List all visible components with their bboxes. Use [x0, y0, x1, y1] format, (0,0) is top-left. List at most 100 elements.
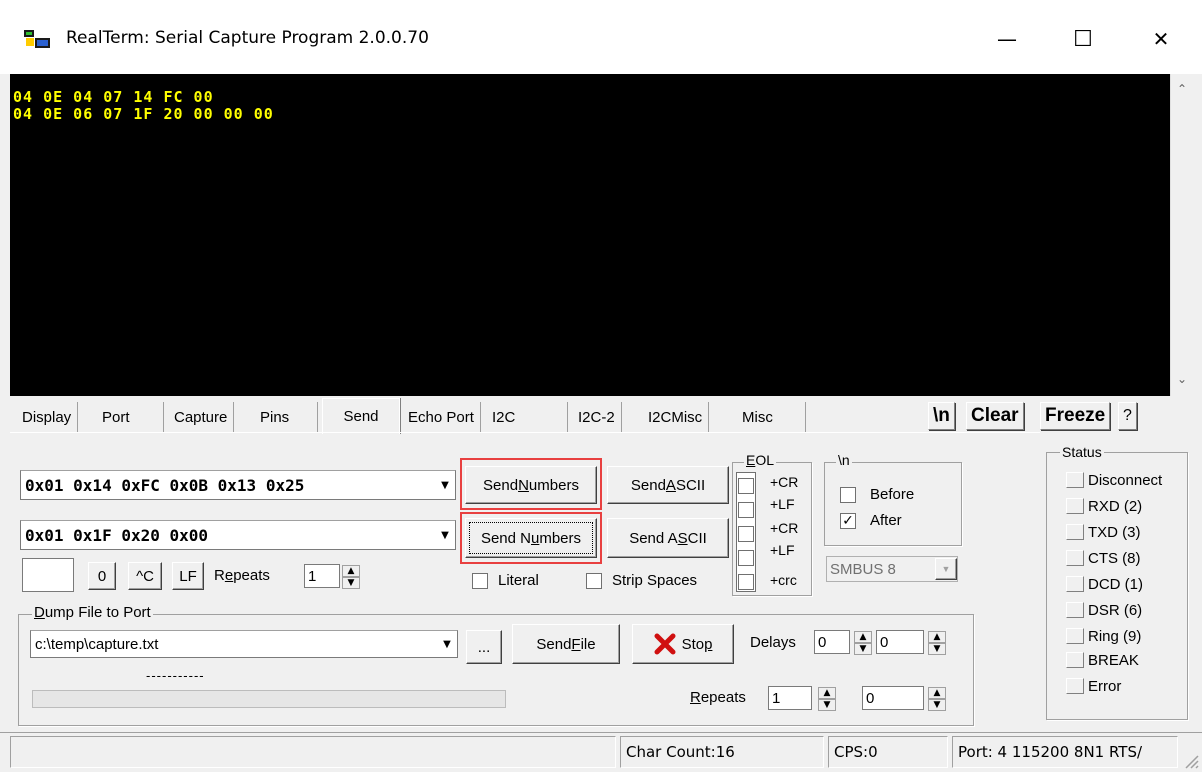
dump-file-group-label: Dump File to Port: [32, 604, 153, 621]
dump-file-input[interactable]: c:\temp\capture.txt: [31, 636, 437, 653]
delays-label: Delays: [750, 634, 796, 651]
help-button[interactable]: ?: [1118, 402, 1137, 430]
terminal-output[interactable]: 04 0E 04 07 14 FC 00 04 0E 06 07 1F 20 0…: [10, 74, 1170, 396]
dump-progress-text: -----------: [146, 668, 205, 683]
char-input[interactable]: [22, 558, 74, 592]
freeze-button[interactable]: Freeze: [1040, 402, 1111, 430]
repeats-spinner[interactable]: ▲ ▼: [342, 565, 360, 589]
terminal-line: 04 0E 04 07 14 FC 00: [13, 88, 214, 106]
strip-spaces-label: Strip Spaces: [612, 572, 698, 589]
port-info: Port: 4 115200 8N1 RTS/: [952, 736, 1178, 768]
tab-i2c[interactable]: I2C: [486, 402, 568, 432]
dump-repeats2-spinner[interactable]: ▲ ▼: [928, 687, 946, 711]
status-disconnect: Disconnect: [1066, 470, 1162, 490]
dump-repeats-spinner[interactable]: ▲ ▼: [818, 687, 836, 711]
cps-value: CPS:0: [828, 736, 948, 768]
delay2-input[interactable]: 0: [876, 630, 924, 654]
send-line2-combo[interactable]: 0x01 0x1F 0x20 0x00 ▼: [20, 520, 456, 550]
dump-repeats-input[interactable]: 1: [768, 686, 812, 710]
chevron-down-icon[interactable]: ▼: [935, 558, 957, 580]
eol-lf1-label: +LF: [770, 496, 795, 512]
close-button[interactable]: ✕: [1136, 18, 1186, 60]
tab-display[interactable]: Display: [16, 402, 79, 432]
tab-panel-border: [10, 432, 1040, 433]
send-numbers-button-1[interactable]: Send Numbers: [465, 466, 597, 504]
stop-button[interactable]: Stop: [632, 624, 734, 664]
status-led: [1066, 652, 1084, 668]
status-dsr: DSR (6): [1066, 600, 1142, 620]
status-led: [1066, 472, 1084, 488]
eol-crc-checkbox[interactable]: [738, 574, 754, 590]
status-group-label: Status: [1060, 444, 1104, 460]
send-lf-button[interactable]: LF: [172, 562, 204, 590]
send-file-button[interactable]: Send File: [512, 624, 620, 664]
eol-lf2-checkbox[interactable]: [738, 550, 754, 566]
tab-port[interactable]: Port: [96, 402, 164, 432]
eol-cr1-checkbox[interactable]: [738, 478, 754, 494]
delay2-spinner[interactable]: ▲ ▼: [928, 631, 946, 655]
eol-lf2-label: +LF: [770, 542, 795, 558]
status-cts: CTS (8): [1066, 548, 1141, 568]
after-option[interactable]: ✓ After: [840, 512, 902, 529]
dump-repeats2-input[interactable]: 0: [862, 686, 924, 710]
status-rxd: RXD (2): [1066, 496, 1142, 516]
scroll-up-icon[interactable]: ⌃: [1175, 82, 1189, 96]
terminal-scrollbar[interactable]: ⌃ ⌄: [1170, 74, 1192, 396]
tab-misc[interactable]: Misc: [736, 402, 806, 432]
eol-cr2-checkbox[interactable]: [738, 526, 754, 542]
delay1-spinner[interactable]: ▲ ▼: [854, 631, 872, 655]
chevron-down-icon[interactable]: ▼: [435, 471, 455, 499]
send-line1-combo[interactable]: 0x01 0x14 0xFC 0x0B 0x13 0x25 ▼: [20, 470, 456, 500]
send-numbers-button-2[interactable]: Send Nu mbers: [465, 518, 597, 558]
resize-grip-icon[interactable]: [1182, 752, 1200, 770]
before-label: Before: [870, 486, 915, 503]
chevron-down-icon[interactable]: ▼: [437, 631, 457, 657]
status-led: [1066, 524, 1084, 540]
status-error: Error: [1066, 676, 1121, 696]
send-line2-input[interactable]: 0x01 0x1F 0x20 0x00: [21, 526, 435, 545]
dump-repeats-label: Repeats: [690, 689, 746, 706]
clear-button[interactable]: Clear: [966, 402, 1024, 430]
tab-echo-port[interactable]: Echo Port: [402, 402, 481, 432]
status-led: [1066, 602, 1084, 618]
status-led: [1066, 576, 1084, 592]
eol-lf1-checkbox[interactable]: [738, 502, 754, 518]
literal-option[interactable]: Literal: [472, 572, 539, 589]
smbus-value: SMBUS 8: [830, 560, 896, 578]
window-title: RealTerm: Serial Capture Program 2.0.0.7…: [66, 28, 429, 48]
send-ascii-button-1[interactable]: Send A SCII: [607, 466, 729, 504]
minimize-button[interactable]: —: [982, 18, 1032, 60]
literal-checkbox[interactable]: [472, 572, 488, 589]
send-line1-input[interactable]: 0x01 0x14 0xFC 0x0B 0x13 0x25: [21, 476, 435, 495]
send-ctrl-c-button[interactable]: ^C: [128, 562, 162, 590]
send-zero-button[interactable]: 0: [88, 562, 116, 590]
strip-spaces-option[interactable]: Strip Spaces: [586, 572, 697, 589]
tab-i2cmisc[interactable]: I2CMisc: [642, 402, 710, 432]
statusbar-pane-empty: [10, 736, 616, 768]
delay1-input[interactable]: 0: [814, 630, 850, 654]
char-count: Char Count:16: [620, 736, 824, 768]
repeats-input[interactable]: 1: [304, 564, 340, 588]
status-break: BREAK: [1066, 650, 1139, 670]
send-ascii-button-2[interactable]: Send A S CII: [607, 518, 729, 558]
tab-send[interactable]: Send: [322, 398, 400, 434]
browse-button[interactable]: ...: [466, 630, 502, 664]
eol-crc-label: +crc: [770, 572, 797, 588]
dump-file-combo[interactable]: c:\temp\capture.txt ▼: [30, 630, 458, 658]
status-ring: Ring (9): [1066, 626, 1141, 646]
chevron-down-icon[interactable]: ▼: [435, 521, 455, 549]
eol-cr1-label: +CR: [770, 474, 799, 490]
smbus-select[interactable]: SMBUS 8 ▼: [826, 556, 958, 582]
scroll-down-icon[interactable]: ⌄: [1175, 372, 1189, 386]
tab-pins[interactable]: Pins: [254, 402, 318, 432]
tab-capture[interactable]: Capture: [168, 402, 235, 432]
tab-i2c-2[interactable]: I2C-2: [572, 402, 622, 432]
before-option[interactable]: Before: [840, 486, 914, 503]
newline-toggle-button[interactable]: \n: [928, 402, 955, 430]
status-txd: TXD (3): [1066, 522, 1141, 542]
after-checkbox[interactable]: ✓: [840, 512, 856, 529]
maximize-button[interactable]: ☐: [1058, 18, 1108, 60]
before-checkbox[interactable]: [840, 486, 856, 503]
status-led: [1066, 498, 1084, 514]
strip-spaces-checkbox[interactable]: [586, 572, 602, 589]
